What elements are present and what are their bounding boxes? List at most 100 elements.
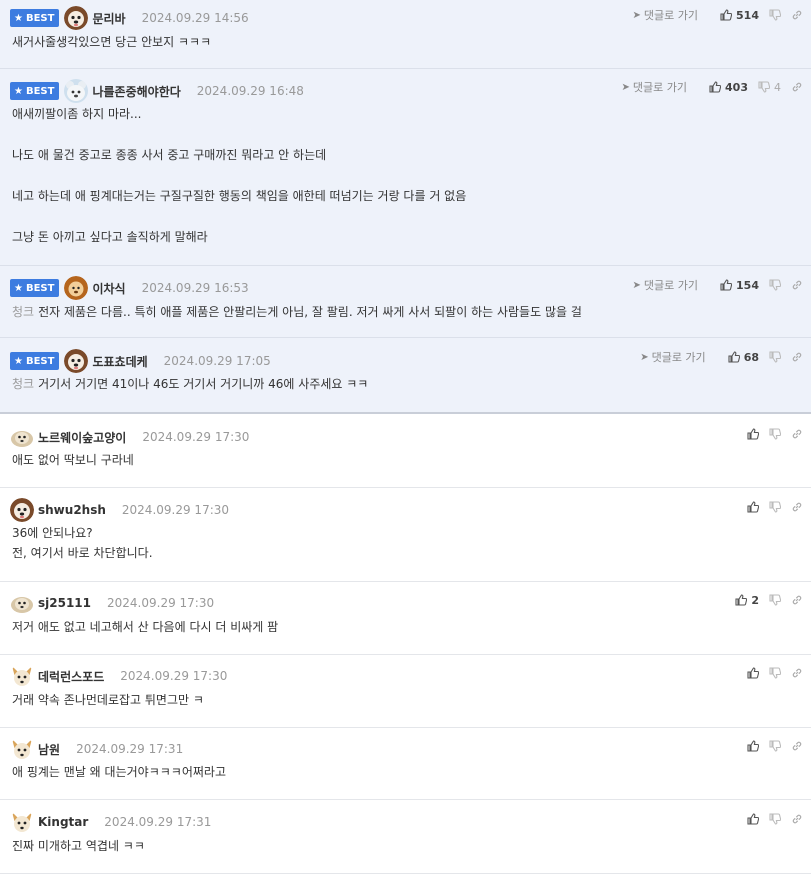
dislike-button[interactable]: 4 (758, 81, 781, 94)
share-link-button[interactable] (791, 501, 803, 513)
best-comment: ★ BEST 이차식 2024.09.29 16:53 ➤ 댓글로 가기 154 청크 전자 제… (0, 266, 811, 338)
comment-header: 남원 2024.09.29 17:31 (10, 737, 183, 761)
thumbs-down-icon (769, 428, 781, 440)
dog-face-avatar[interactable] (64, 6, 89, 30)
go-to-comment-label: 댓글로 가기 (643, 9, 699, 22)
best-label: BEST (25, 85, 55, 97)
go-to-comment-link[interactable]: ➤ 댓글로 가기 (633, 7, 699, 23)
share-link-button[interactable] (791, 740, 803, 752)
like-count: 2 (751, 593, 759, 607)
like-button[interactable]: 2 (735, 594, 759, 607)
like-button[interactable]: 154 (720, 279, 759, 292)
fox-avatar[interactable] (10, 737, 34, 761)
comment-text-line: 애새끼팔이좀 하지 마라... (12, 104, 466, 124)
best-badge: ★ BEST (10, 9, 60, 27)
bear-avatar[interactable] (64, 79, 89, 103)
star-icon: ★ (14, 85, 23, 97)
share-link-button[interactable] (791, 351, 803, 363)
comment-text-line: 애 핑계는 맨날 왜 대는거야ㅋㅋㅋ어쩌라고 (12, 762, 226, 782)
share-link-button[interactable] (791, 9, 803, 21)
dislike-button[interactable] (769, 501, 781, 513)
star-icon: ★ (14, 355, 23, 367)
share-link-button[interactable] (791, 813, 803, 825)
like-button[interactable] (747, 428, 759, 440)
comment-nickname[interactable]: 노르웨이숲고양이 (38, 429, 126, 446)
share-link-button[interactable] (791, 81, 803, 93)
comment-nickname[interactable]: 문리바 (92, 10, 125, 27)
comment-nickname[interactable]: 나를존중해야한다 (92, 83, 180, 100)
thumbs-up-icon (747, 428, 759, 440)
comment-body: 청크 거기서 거기면 41이나 46도 거기서 거기니까 46에 사주세요 ㅋㅋ (12, 374, 368, 394)
comment-timestamp: 2024.09.29 17:30 (107, 596, 215, 610)
best-comment: ★ BEST 도표쵸데케 2024.09.29 17:05 ➤ 댓글로 가기 68 청크 거기서… (0, 338, 811, 414)
dislike-button[interactable] (769, 594, 781, 606)
comment-header: 데럭런스포드 2024.09.29 17:30 (10, 664, 227, 688)
comment-nickname[interactable]: 데럭런스포드 (38, 668, 104, 685)
arrow-icon: ➤ (632, 9, 641, 21)
comment-text: 진짜 미개하고 역겹네 ㅋㅋ (12, 839, 145, 853)
lion-avatar[interactable] (64, 276, 89, 300)
comment-actions: ➤ 댓글로 가기 154 (633, 276, 803, 294)
comment-nickname[interactable]: shwu2hsh (38, 503, 106, 517)
comment-nickname[interactable]: Kingtar (38, 815, 88, 829)
share-link-button[interactable] (791, 667, 803, 679)
link-icon (791, 501, 803, 513)
comment-text-line: 진짜 미개하고 역겹네 ㅋㅋ (12, 836, 145, 856)
dislike-button[interactable] (769, 813, 781, 825)
link-icon (791, 667, 803, 679)
share-link-button[interactable] (791, 279, 803, 291)
like-button[interactable]: 403 (709, 81, 748, 94)
dislike-button[interactable] (769, 9, 781, 21)
like-count: 403 (725, 80, 748, 94)
comment-timestamp: 2024.09.29 17:30 (142, 430, 250, 444)
link-icon (791, 279, 803, 291)
comment: Kingtar 2024.09.29 17:31 진짜 미개하고 역겹네 ㅋㅋ (0, 800, 811, 874)
go-to-comment-label: 댓글로 가기 (651, 351, 706, 364)
pet-avatar[interactable] (10, 425, 34, 449)
dislike-button[interactable] (769, 740, 781, 752)
comment-nickname[interactable]: 도표쵸데케 (92, 353, 147, 370)
thumbs-up-icon (728, 351, 740, 363)
comment-nickname[interactable]: 이차식 (92, 280, 125, 297)
comment-text-line: 청크 거기서 거기면 41이나 46도 거기서 거기니까 46에 사주세요 ㅋㅋ (12, 374, 368, 394)
dislike-button[interactable] (769, 279, 781, 291)
like-button[interactable]: 68 (728, 351, 759, 364)
dislike-button[interactable] (769, 351, 781, 363)
like-button[interactable] (747, 813, 759, 825)
reply-target: 청크 (12, 305, 35, 319)
comment-body: 진짜 미개하고 역겹네 ㅋㅋ (12, 836, 145, 856)
comment-text-line: 새거사줄생각있으면 당근 안보지 ㅋㅋㅋ (12, 32, 211, 52)
like-button[interactable] (747, 501, 759, 513)
like-button[interactable]: 514 (720, 9, 759, 22)
link-icon (791, 428, 803, 440)
thumbs-up-icon (747, 813, 759, 825)
comment-nickname[interactable]: sj25111 (38, 596, 91, 610)
comment: shwu2hsh 2024.09.29 17:30 36에 안되나요? 전, 여기서 … (0, 488, 811, 582)
go-to-comment-link[interactable]: ➤ 댓글로 가기 (633, 277, 699, 293)
go-to-comment-link[interactable]: ➤ 댓글로 가기 (640, 349, 706, 365)
thumbs-up-icon (720, 279, 733, 291)
comment-timestamp: 2024.09.29 16:53 (141, 281, 249, 295)
like-button[interactable] (747, 740, 759, 752)
go-to-comment-link[interactable]: ➤ 댓글로 가기 (622, 79, 688, 95)
dislike-button[interactable] (769, 667, 781, 679)
pet-avatar[interactable] (10, 591, 34, 615)
comment: 데럭런스포드 2024.09.29 17:30 거래 약속 존나먼데로잡고 튀면그만… (0, 655, 811, 728)
dog-face-avatar[interactable] (64, 349, 89, 373)
fox-avatar[interactable] (10, 810, 34, 834)
thumbs-down-icon (769, 813, 781, 825)
comment-text: 그냥 돈 아끼고 싶다고 솔직하게 말해라 (12, 230, 208, 244)
best-comment: ★ BEST 나를존중해야한다 2024.09.29 16:48 ➤ 댓글로 가기 403 4… (0, 69, 811, 266)
comment-nickname[interactable]: 남원 (38, 741, 60, 758)
comment-header: sj25111 2024.09.29 17:30 (10, 591, 214, 615)
arrow-icon: ➤ (632, 279, 641, 291)
like-button[interactable] (747, 667, 759, 679)
share-link-button[interactable] (791, 594, 803, 606)
dislike-button[interactable] (769, 428, 781, 440)
thumbs-down-icon (769, 351, 781, 363)
dog-face-avatar[interactable] (10, 498, 34, 522)
fox-avatar[interactable] (10, 664, 34, 688)
share-link-button[interactable] (791, 428, 803, 440)
comment-timestamp: 2024.09.29 16:48 (196, 84, 304, 98)
